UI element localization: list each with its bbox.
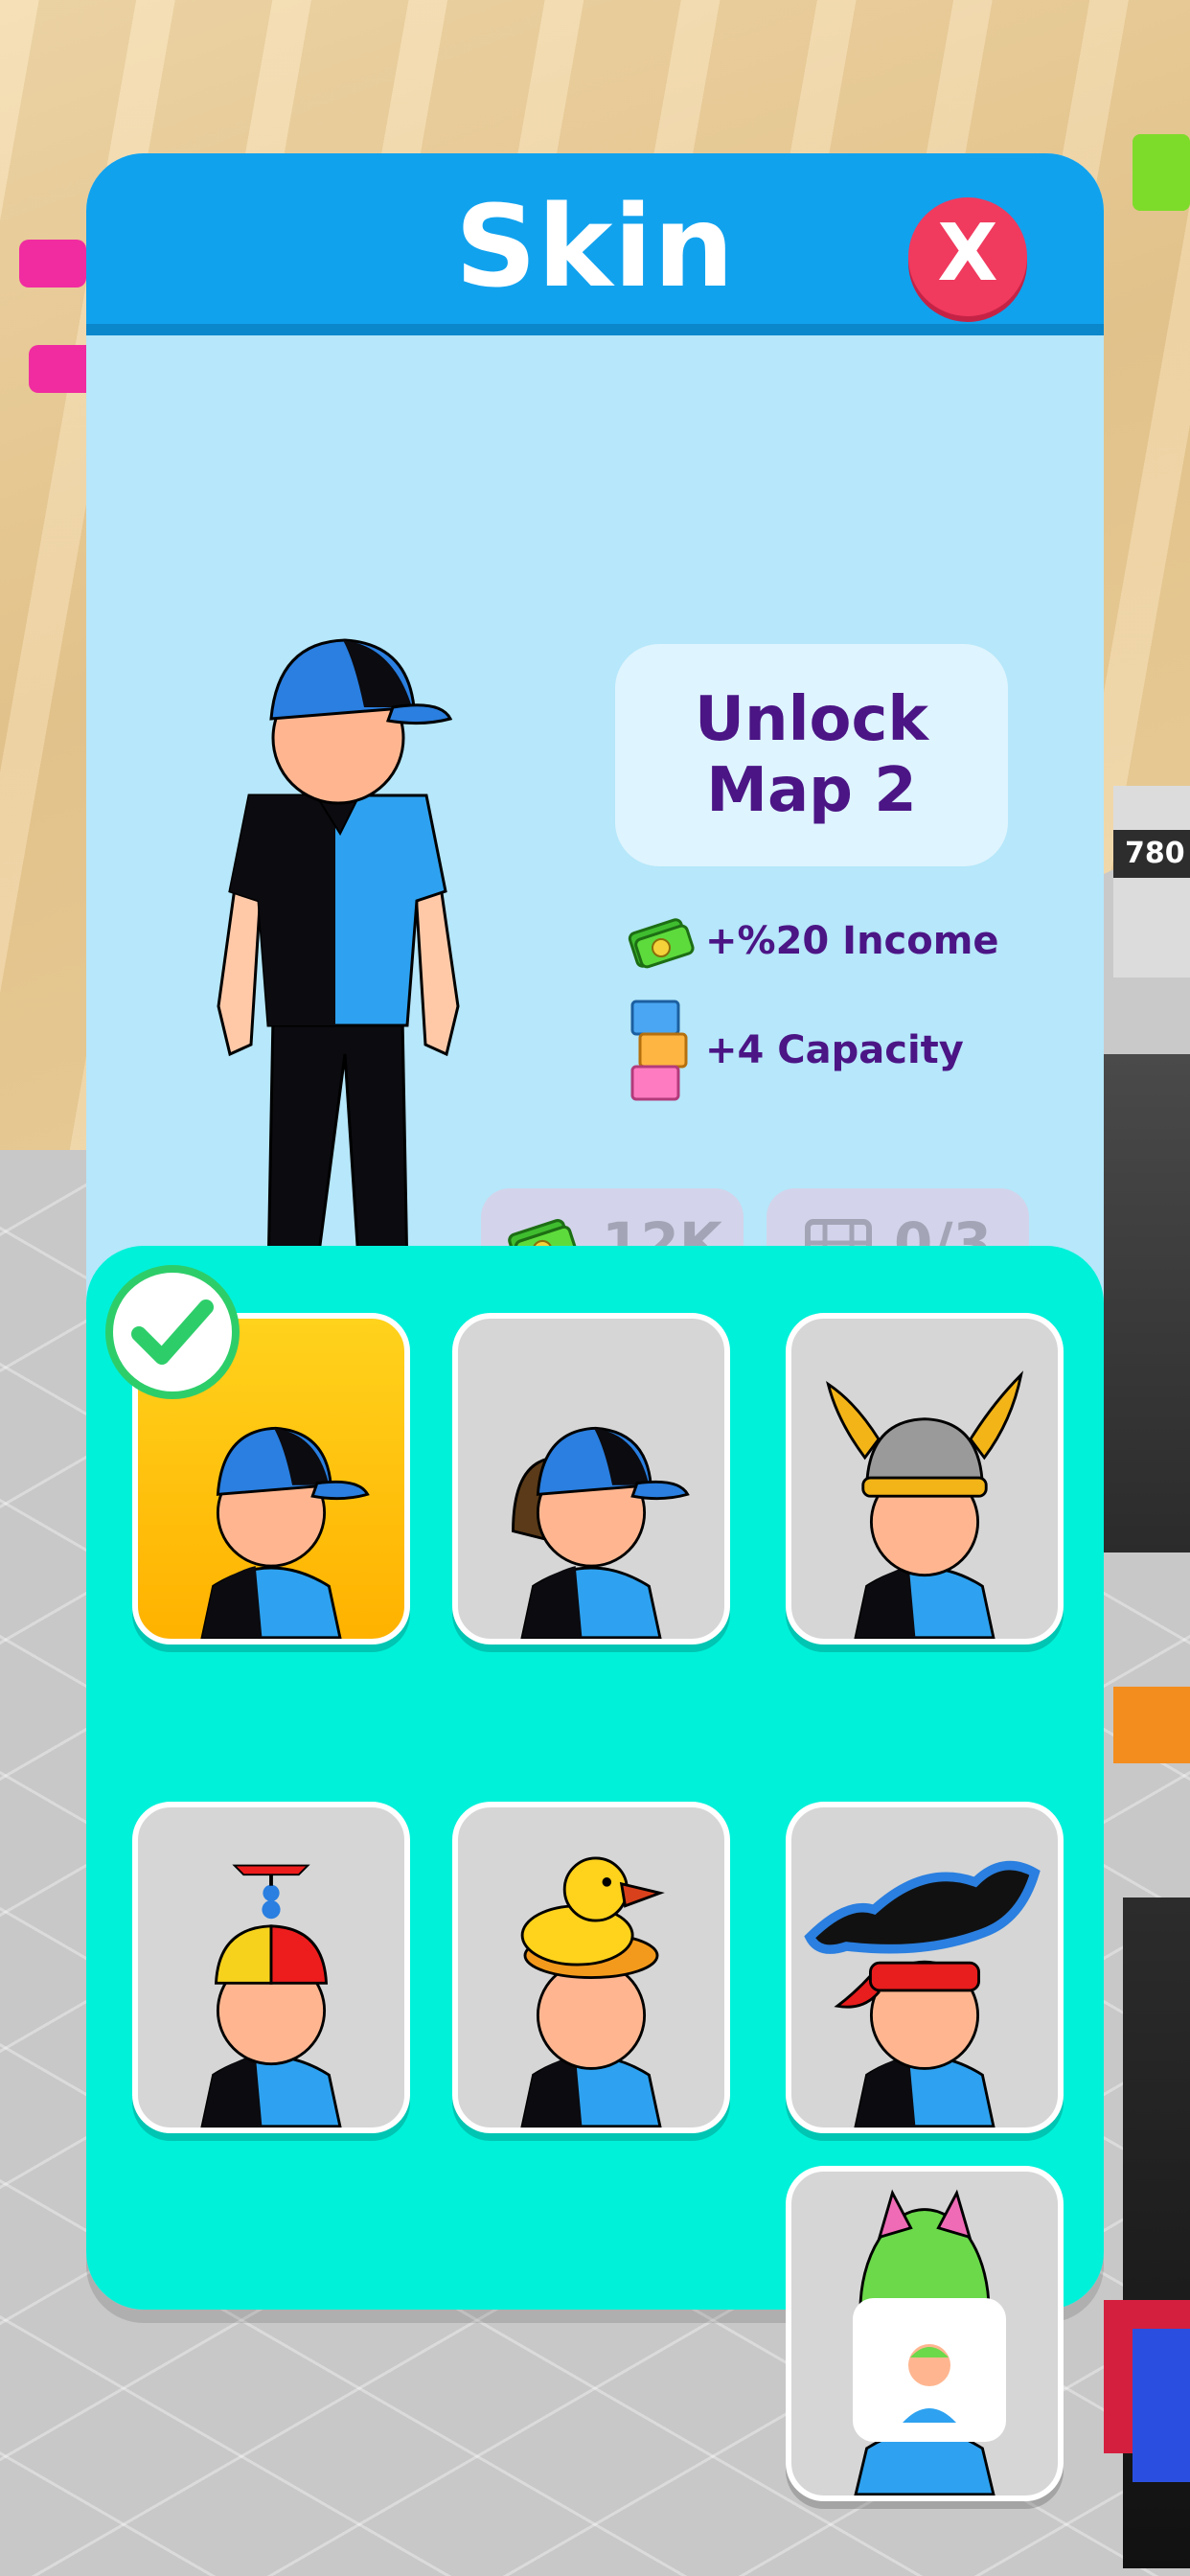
unlock-text: Unlock Map 2	[695, 684, 928, 826]
skin-card-viking-helmet[interactable]	[786, 1313, 1064, 1644]
perk-capacity-label: +4 Capacity	[705, 1028, 964, 1072]
avatar	[520, 1856, 665, 2128]
unlock-text-line-1: Unlock	[695, 684, 928, 755]
skin-card-propeller-beanie[interactable]	[132, 1802, 410, 2133]
cash-icon	[628, 918, 695, 969]
perk-income: +%20 Income	[623, 903, 999, 979]
skin-preview: Unlock Map 2 +%20 Income +4 Capacity 12K…	[86, 335, 1104, 1399]
unlock-text-line-2: Map 2	[706, 755, 917, 826]
machine	[1113, 786, 1190, 978]
machine-price-tag: 780	[1113, 830, 1190, 878]
unlock-requirement-box: Unlock Map 2	[615, 644, 1008, 866]
skin-card-duck-hat[interactable]	[452, 1802, 730, 2133]
pink-cart	[19, 240, 86, 288]
conveyor-belt	[1133, 2329, 1190, 2482]
stacked-boxes-icon	[630, 1000, 688, 1101]
close-button[interactable]: X	[908, 197, 1027, 316]
character-preview	[217, 638, 460, 1300]
perk-capacity: +4 Capacity	[623, 1000, 964, 1101]
lock-icon	[853, 2282, 1006, 2442]
cash-stack	[1133, 134, 1190, 211]
conveyor-machine	[1104, 1054, 1190, 1552]
avatar	[200, 1864, 342, 2128]
avatar	[512, 1426, 690, 1639]
panel-header: Skin X	[86, 153, 1104, 335]
skin-card-ponytail-cap[interactable]	[452, 1313, 730, 1644]
avatar	[826, 1370, 1023, 1639]
perk-income-label: +%20 Income	[705, 919, 999, 963]
selected-check-icon	[105, 1265, 240, 1399]
crate	[1113, 1687, 1190, 1763]
avatar	[804, 1860, 1041, 2128]
skin-card-pirate-hat[interactable]	[786, 1802, 1064, 2133]
